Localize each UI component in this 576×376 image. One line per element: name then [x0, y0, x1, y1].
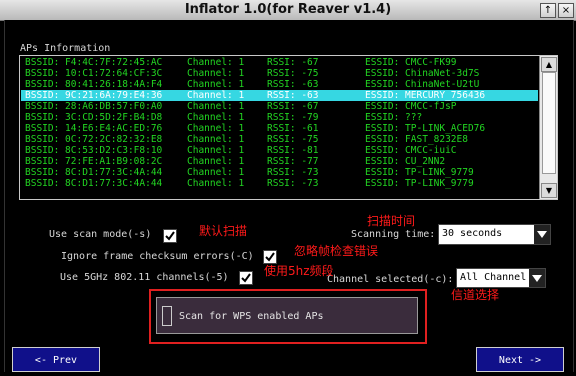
use-5ghz-label: Use 5GHz 802.11 channels(-5)	[60, 272, 229, 283]
ap-rssi: RSSI: -67	[267, 57, 319, 68]
ap-bssid: BSSID: 14:E6:E4:AC:ED:76	[25, 123, 163, 134]
annotation-scan-mode: 默认扫描	[199, 224, 248, 238]
scrollbar[interactable]: ▲ ▼	[539, 56, 557, 199]
ap-list-item[interactable]: BSSID: 9C:21:6A:79:E4:36 Channel: 1 RSSI: …	[21, 90, 538, 101]
ap-rssi: RSSI: -77	[267, 156, 319, 167]
ap-essid: ESSID: TP-LINK_9779	[365, 167, 474, 178]
ap-rssi: RSSI: -75	[267, 68, 319, 79]
ap-essid: ESSID: ChinaNet-3d7S	[365, 68, 480, 79]
ap-channel: Channel: 1	[187, 145, 245, 156]
ap-list-label: APs Information	[20, 43, 111, 54]
ap-rssi: RSSI: -73	[267, 167, 319, 178]
ap-rssi: RSSI: -79	[267, 112, 319, 123]
ap-essid: ESSID: FAST_8232E8	[365, 134, 468, 145]
checkmark-icon	[265, 252, 275, 262]
ap-list-item[interactable]: BSSID: 80:41:26:18:4A:F4 Channel: 1 RSSI: …	[21, 79, 538, 90]
ap-channel: Channel: 1	[187, 101, 245, 112]
ap-list-item[interactable]: BSSID: 8C:D1:77:3C:4A:44 Channel: 1 RSSI: …	[21, 178, 538, 189]
ap-channel: Channel: 1	[187, 178, 245, 189]
ap-channel: Channel: 1	[187, 90, 245, 101]
ap-bssid: BSSID: 72:FE:A1:B9:08:2C	[25, 156, 163, 167]
scanning-time-select[interactable]: 30 seconds	[438, 224, 551, 245]
ap-bssid: BSSID: 28:A6:DB:57:F0:A0	[25, 101, 163, 112]
ap-bssid: BSSID: 80:41:26:18:4A:F4	[25, 79, 163, 90]
annotation-checksum: 忽略帧检查错误	[294, 244, 379, 258]
ap-essid: ESSID: ???	[365, 112, 423, 123]
scan-mode-checkbox[interactable]	[163, 229, 177, 243]
maximize-button[interactable]: ↑	[540, 3, 556, 18]
chevron-down-icon[interactable]	[534, 225, 550, 244]
ap-essid: ESSID: TP-LINK_ACED76	[365, 123, 486, 134]
ap-channel: Channel: 1	[187, 167, 245, 178]
ap-essid: ESSID: CMCC-FK99	[365, 57, 457, 68]
ap-bssid: BSSID: 8C:D1:77:3C:4A:44	[25, 167, 163, 178]
ap-essid: ESSID: TP-LINK_9779	[365, 178, 474, 189]
ap-rssi: RSSI: -63	[267, 90, 319, 101]
close-button[interactable]: ×	[558, 3, 574, 18]
chevron-down-icon[interactable]	[529, 269, 545, 287]
ap-rssi: RSSI: -75	[267, 134, 319, 145]
ap-channel: Channel: 1	[187, 68, 245, 79]
window-title: Inflator 1.0(for Reaver v1.4)	[184, 2, 392, 17]
ap-bssid: BSSID: 3C:CD:5D:2F:B4:D8	[25, 112, 163, 123]
scroll-thumb[interactable]	[542, 72, 556, 174]
ap-list-item[interactable]: BSSID: 72:FE:A1:B9:08:2C Channel: 1 RSSI: …	[21, 156, 538, 167]
scroll-up-icon[interactable]: ▲	[541, 57, 557, 72]
checkmark-icon	[241, 273, 251, 283]
scanning-time-label: Scanning time:	[351, 229, 436, 240]
title-bar: Inflator 1.0(for Reaver v1.4) ↑ ×	[0, 0, 576, 21]
ap-bssid: BSSID: 9C:21:6A:79:E4:36	[25, 90, 163, 101]
next-button[interactable]: Next ->	[476, 347, 564, 372]
ap-channel: Channel: 1	[187, 79, 245, 90]
ap-essid: ESSID: MERCURY_756436	[365, 90, 486, 101]
ap-rssi: RSSI: -81	[267, 145, 319, 156]
annotation-5ghz: 使用5hz频段	[264, 264, 334, 278]
ap-channel: Channel: 1	[187, 57, 245, 68]
scanning-time-value: 30 seconds	[442, 228, 503, 239]
prev-button[interactable]: <- Prev	[12, 347, 100, 372]
ap-rssi: RSSI: -61	[267, 123, 319, 134]
ap-channel: Channel: 1	[187, 134, 245, 145]
ap-list-item[interactable]: BSSID: 28:A6:DB:57:F0:A0 Channel: 1 RSSI: …	[21, 101, 538, 112]
channel-label: Channel selected(-c):	[327, 274, 454, 285]
toggle-indicator-icon	[162, 306, 172, 326]
ap-rssi: RSSI: -73	[267, 178, 319, 189]
ap-essid: ESSID: ChinaNet-U2tU	[365, 79, 480, 90]
ap-essid: ESSID: CMCC-iuiC	[365, 145, 457, 156]
ap-bssid: BSSID: 8C:D1:77:3C:4A:44	[25, 178, 163, 189]
ap-list-item[interactable]: BSSID: 10:C1:72:64:CF:3C Channel: 1 RSSI: …	[21, 68, 538, 79]
ap-bssid: BSSID: 0C:72:2C:82:32:E8	[25, 134, 163, 145]
ignore-checksum-label: Ignore frame checksum errors(-C)	[61, 251, 254, 262]
ap-bssid: BSSID: 10:C1:72:64:CF:3C	[25, 68, 163, 79]
channel-select[interactable]: All Channel	[456, 268, 546, 288]
ap-channel: Channel: 1	[187, 112, 245, 123]
ap-rssi: RSSI: -67	[267, 101, 319, 112]
ap-essid: ESSID: CU_2NN2	[365, 156, 446, 167]
scroll-down-icon[interactable]: ▼	[541, 183, 557, 198]
ap-list-item[interactable]: BSSID: 14:E6:E4:AC:ED:76 Channel: 1 RSSI: …	[21, 123, 538, 134]
wps-scan-toggle[interactable]: Scan for WPS enabled APs	[156, 297, 418, 334]
ap-list-rows: BSSID: F4:4C:7F:72:45:AC Channel: 1 RSSI: …	[21, 57, 538, 198]
ap-list-item[interactable]: BSSID: F4:4C:7F:72:45:AC Channel: 1 RSSI: …	[21, 57, 538, 68]
ap-rssi: RSSI: -63	[267, 79, 319, 90]
ap-essid: ESSID: CMCC-fJsP	[365, 101, 457, 112]
ap-channel: Channel: 1	[187, 123, 245, 134]
channel-value: All Channel	[460, 272, 527, 283]
use-5ghz-checkbox[interactable]	[239, 271, 253, 285]
annotation-scan-time: 扫描时间	[367, 214, 416, 228]
ap-list-item[interactable]: BSSID: 8C:53:D2:C3:F8:10 Channel: 1 RSSI: …	[21, 145, 538, 156]
wps-scan-label: Scan for WPS enabled APs	[179, 311, 324, 322]
scan-mode-label: Use scan mode(-s)	[49, 229, 152, 240]
ap-list-item[interactable]: BSSID: 0C:72:2C:82:32:E8 Channel: 1 RSSI: …	[21, 134, 538, 145]
ap-bssid: BSSID: 8C:53:D2:C3:F8:10	[25, 145, 163, 156]
ap-list-item[interactable]: BSSID: 3C:CD:5D:2F:B4:D8 Channel: 1 RSSI: …	[21, 112, 538, 123]
ap-list[interactable]: BSSID: F4:4C:7F:72:45:AC Channel: 1 RSSI: …	[19, 55, 558, 200]
ap-list-item[interactable]: BSSID: 8C:D1:77:3C:4A:44 Channel: 1 RSSI: …	[21, 167, 538, 178]
ap-bssid: BSSID: F4:4C:7F:72:45:AC	[25, 57, 163, 68]
ap-channel: Channel: 1	[187, 156, 245, 167]
annotation-channel: 信道选择	[451, 288, 500, 302]
checkmark-icon	[165, 231, 175, 241]
